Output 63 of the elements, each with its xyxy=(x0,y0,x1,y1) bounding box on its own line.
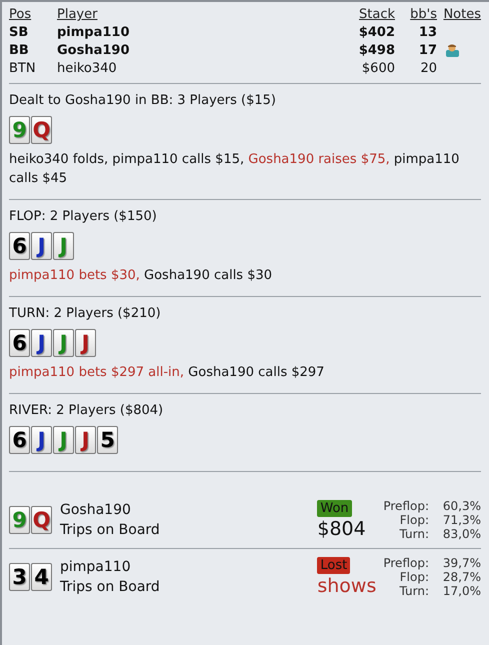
player-name: Gosha190 xyxy=(56,42,131,59)
position-cell-text: BTN xyxy=(9,60,37,77)
equity-label: Flop: xyxy=(398,570,429,584)
equity-label: Turn: xyxy=(398,584,429,598)
bb-cell-text: 13 xyxy=(418,24,437,41)
playing-card: 6 xyxy=(9,232,30,260)
equity-label: Turn: xyxy=(398,527,429,541)
playing-card: J xyxy=(53,232,74,260)
playing-card: J xyxy=(75,329,96,357)
playing-card: 5 xyxy=(97,426,118,454)
playing-card: J xyxy=(31,426,52,454)
stack-cell-text: $402 xyxy=(358,24,395,41)
action-text: heiko340 folds, pimpa110 calls $15, Gosha190 raises $75, pimpa110 calls $45 xyxy=(9,151,460,188)
street-title: TURN: 2 Players ($210) xyxy=(9,306,162,321)
equity-value: 17,0% xyxy=(442,584,481,598)
column-header[interactable]: Pos xyxy=(9,6,49,23)
person-note-icon[interactable] xyxy=(445,44,460,58)
equity-value: 83,0% xyxy=(442,527,481,541)
position-cell-text: SB xyxy=(9,24,30,41)
street-title: RIVER: 2 Players ($804) xyxy=(9,403,164,418)
column-header[interactable]: Player xyxy=(49,6,335,23)
playing-card: Q xyxy=(31,116,52,144)
action-text: pimpa110 bets $297 all-in, Gosha190 calls $297 xyxy=(9,364,326,382)
equity-label: Flop: xyxy=(398,513,429,527)
playing-card: J xyxy=(31,232,52,260)
bb-cell-text: 20 xyxy=(419,60,437,77)
equity-value: 71,3% xyxy=(442,513,481,527)
equity-label: Preflop: xyxy=(383,499,429,513)
column-header[interactable]: Notes xyxy=(437,6,481,23)
column-header[interactable]: Stack xyxy=(335,6,395,23)
playing-card: 9 xyxy=(9,506,30,534)
playing-card: J xyxy=(53,426,74,454)
equity-label: Preflop: xyxy=(383,556,429,570)
playing-card: J xyxy=(31,329,52,357)
playing-card: 3 xyxy=(9,563,30,591)
playing-card: 6 xyxy=(9,329,30,357)
player-name: Gosha190 xyxy=(60,501,132,520)
player-name: pimpa110 xyxy=(60,558,132,577)
street-title: FLOP: 2 Players ($150) xyxy=(9,209,158,224)
hand-description: Trips on Board xyxy=(60,521,161,540)
result-badge: Won xyxy=(317,500,352,516)
result-badge: Lost xyxy=(317,556,350,574)
playing-card: J xyxy=(75,426,96,454)
equity-value: 39,7% xyxy=(442,556,481,570)
stack-cell-text: $600 xyxy=(360,60,395,77)
position-cell-text: BB xyxy=(9,42,30,59)
playing-card: Q xyxy=(31,506,52,534)
playing-card: J xyxy=(53,329,74,357)
hand-description: Trips on Board xyxy=(60,578,161,597)
playing-card: 6 xyxy=(9,426,30,454)
column-header[interactable]: bb's xyxy=(395,6,437,23)
player-name: pimpa110 xyxy=(56,24,131,41)
action-text: pimpa110 bets $30, Gosha190 calls $30 xyxy=(9,267,274,285)
result-amount: $804 xyxy=(317,516,366,540)
stack-cell-text: $498 xyxy=(358,42,395,59)
equity-value: 60,3% xyxy=(442,499,481,513)
player-name: heiko340 xyxy=(56,60,118,77)
street-title: Dealt to Gosha190 in BB: 3 Players ($15) xyxy=(9,93,278,108)
equity-value: 28,7% xyxy=(442,570,481,584)
playing-card: 4 xyxy=(31,563,52,591)
result-amount: shows xyxy=(317,574,376,598)
playing-card: 9 xyxy=(9,116,30,144)
bb-cell-text: 17 xyxy=(418,42,437,59)
